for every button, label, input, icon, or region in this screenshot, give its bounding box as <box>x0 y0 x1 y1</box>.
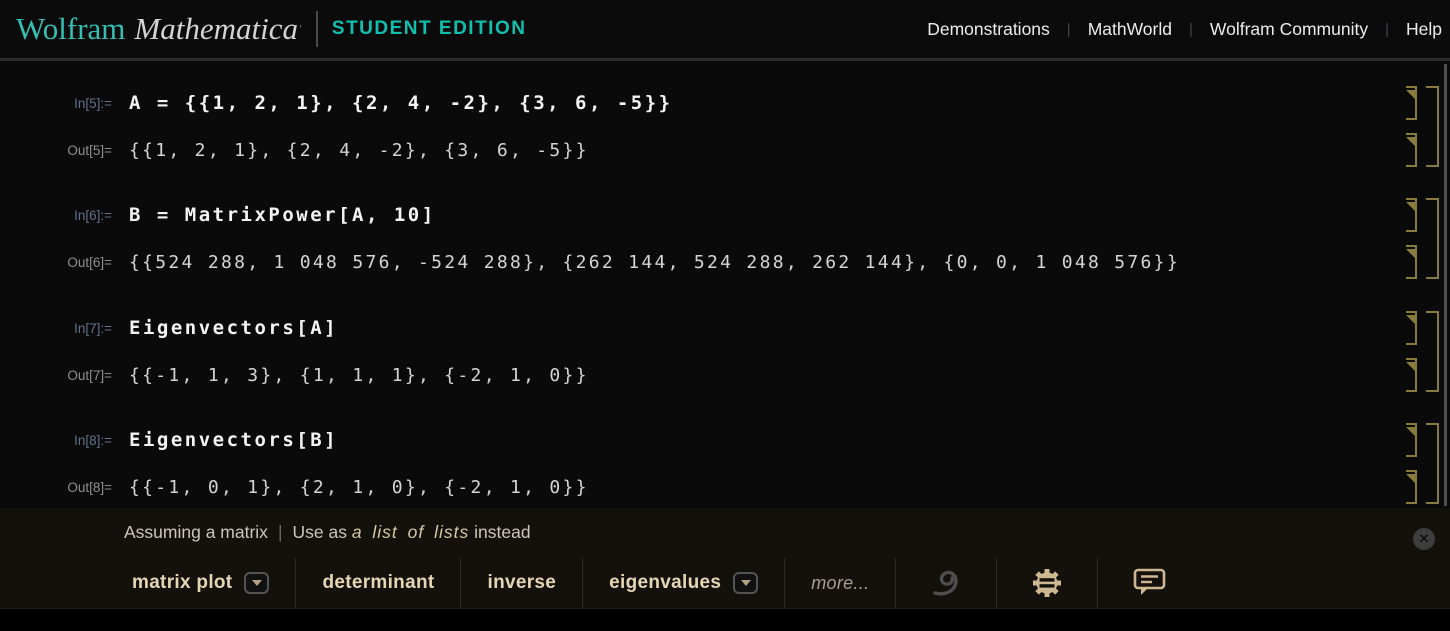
chevron-down-icon <box>741 580 751 586</box>
input-cell[interactable]: In[6]:= B = MatrixPower[A, 10] <box>0 198 1390 232</box>
output-code: {{1, 2, 1}, {2, 4, -2}, {3, 6, -5}} <box>129 140 589 161</box>
matrix-plot-label: matrix plot <box>132 572 232 594</box>
nav-separator: | <box>1189 21 1193 38</box>
brand-edition-label: STUDENT EDITION <box>332 18 527 40</box>
alternative-link[interactable]: a list of lists <box>352 522 469 542</box>
cell-bracket-group[interactable] <box>1426 86 1439 167</box>
output-code: {{-1, 1, 3}, {1, 1, 1}, {-2, 1, 0}} <box>129 365 589 386</box>
input-cell[interactable]: In[7]:= Eigenvectors[A] <box>0 311 1390 345</box>
in-label: In[6]:= <box>0 208 112 223</box>
nav-link-mathworld[interactable]: MathWorld <box>1088 19 1172 40</box>
suggestions-bar: Assuming a matrix | Use as a list of lists… <box>0 508 1450 608</box>
in-label: In[7]:= <box>0 321 112 336</box>
cell-bracket-out[interactable] <box>1406 470 1417 504</box>
top-nav: Demonstrations | MathWorld | Wolfram Com… <box>927 19 1444 40</box>
cell-bracket-group[interactable] <box>1426 311 1439 392</box>
eigenvalues-label: eigenvalues <box>609 572 721 594</box>
inverse-button[interactable]: inverse <box>461 558 583 608</box>
mathematica-window: Wolfram Mathematica ’ STUDENT EDITION De… <box>0 0 1450 631</box>
gear-icon <box>1030 566 1064 600</box>
output-code: {{524 288, 1 048 576, -524 288}, {262 14… <box>129 252 1180 273</box>
bottom-strip <box>0 608 1450 631</box>
evaluate-curl-button[interactable] <box>896 558 997 608</box>
input-code[interactable]: Eigenvectors[A] <box>129 317 338 339</box>
cell-bracket-in[interactable] <box>1406 86 1417 120</box>
eigenvalues-dropdown[interactable] <box>733 572 758 594</box>
matrix-plot-dropdown[interactable] <box>244 572 269 594</box>
input-code[interactable]: Eigenvectors[B] <box>129 429 338 451</box>
nav-link-help[interactable]: Help <box>1406 19 1442 40</box>
matrix-plot-button[interactable]: matrix plot <box>106 558 296 608</box>
cell-bracket-in[interactable] <box>1406 423 1417 457</box>
cell-bracket-group[interactable] <box>1426 198 1439 279</box>
nav-link-wolfram-community[interactable]: Wolfram Community <box>1210 19 1368 40</box>
nav-link-demonstrations[interactable]: Demonstrations <box>927 19 1050 40</box>
settings-gear-button[interactable] <box>997 558 1098 608</box>
out-label: Out[6]= <box>0 255 112 270</box>
out-label: Out[8]= <box>0 480 112 495</box>
input-cell[interactable]: In[5]:= A = {{1, 2, 1}, {2, 4, -2}, {3, … <box>0 86 1390 120</box>
suggestion-toolbar: matrix plot determinant inverse eigenval… <box>106 558 1202 608</box>
determinant-button[interactable]: determinant <box>296 558 461 608</box>
close-icon[interactable]: ✕ <box>1413 528 1435 550</box>
determinant-label: determinant <box>322 572 434 594</box>
output-cell: Out[6]= {{524 288, 1 048 576, -524 288},… <box>0 245 1390 279</box>
inverse-label: inverse <box>487 572 556 594</box>
window-scrollbar-edge[interactable] <box>1444 64 1447 506</box>
assumption-divider: | <box>278 522 283 542</box>
cell-bracket-in[interactable] <box>1406 311 1417 345</box>
out-label: Out[7]= <box>0 368 112 383</box>
cell-bracket-out[interactable] <box>1406 358 1417 392</box>
alternative-prefix: Use as <box>292 522 351 542</box>
feedback-bubble-button[interactable] <box>1098 558 1202 608</box>
eigenvalues-button[interactable]: eigenvalues <box>583 558 785 608</box>
input-code[interactable]: A = {{1, 2, 1}, {2, 4, -2}, {3, 6, -5}} <box>129 92 673 114</box>
output-code: {{-1, 0, 1}, {2, 1, 0}, {-2, 1, 0}} <box>129 477 589 498</box>
alternative-suffix: instead <box>469 522 530 542</box>
more-label: more... <box>811 573 869 594</box>
cell-bracket-in[interactable] <box>1406 198 1417 232</box>
brand-trademark: ’ <box>299 22 302 37</box>
chevron-down-icon <box>252 580 262 586</box>
speech-bubble-icon <box>1131 566 1169 600</box>
out-label: Out[5]= <box>0 143 112 158</box>
more-button[interactable]: more... <box>785 558 896 608</box>
output-cell: Out[7]= {{-1, 1, 3}, {1, 1, 1}, {-2, 1, … <box>0 358 1390 392</box>
brand-wolfram: Wolfram <box>16 11 125 47</box>
in-label: In[8]:= <box>0 433 112 448</box>
in-label: In[5]:= <box>0 96 112 111</box>
assumption-text: Assuming a matrix | Use as a list of lists… <box>124 522 531 543</box>
nav-separator: | <box>1067 21 1071 38</box>
cell-bracket-out[interactable] <box>1406 245 1417 279</box>
output-cell: Out[5]= {{1, 2, 1}, {2, 4, -2}, {3, 6, -… <box>0 133 1390 167</box>
notebook-area: In[5]:= A = {{1, 2, 1}, {2, 4, -2}, {3, … <box>0 64 1450 506</box>
evaluate-curl-icon <box>929 566 963 600</box>
cell-bracket-out[interactable] <box>1406 133 1417 167</box>
input-code[interactable]: B = MatrixPower[A, 10] <box>129 204 436 226</box>
brand-product: Mathematica <box>134 11 298 47</box>
top-bar: Wolfram Mathematica ’ STUDENT EDITION De… <box>0 0 1450 61</box>
assumption-label: Assuming a matrix <box>124 522 268 542</box>
nav-separator: | <box>1385 21 1389 38</box>
output-cell: Out[8]= {{-1, 0, 1}, {2, 1, 0}, {-2, 1, … <box>0 470 1390 504</box>
brand: Wolfram Mathematica ’ STUDENT EDITION <box>16 11 526 47</box>
input-cell[interactable]: In[8]:= Eigenvectors[B] <box>0 423 1390 457</box>
cell-bracket-group[interactable] <box>1426 423 1439 504</box>
brand-divider <box>316 11 318 47</box>
